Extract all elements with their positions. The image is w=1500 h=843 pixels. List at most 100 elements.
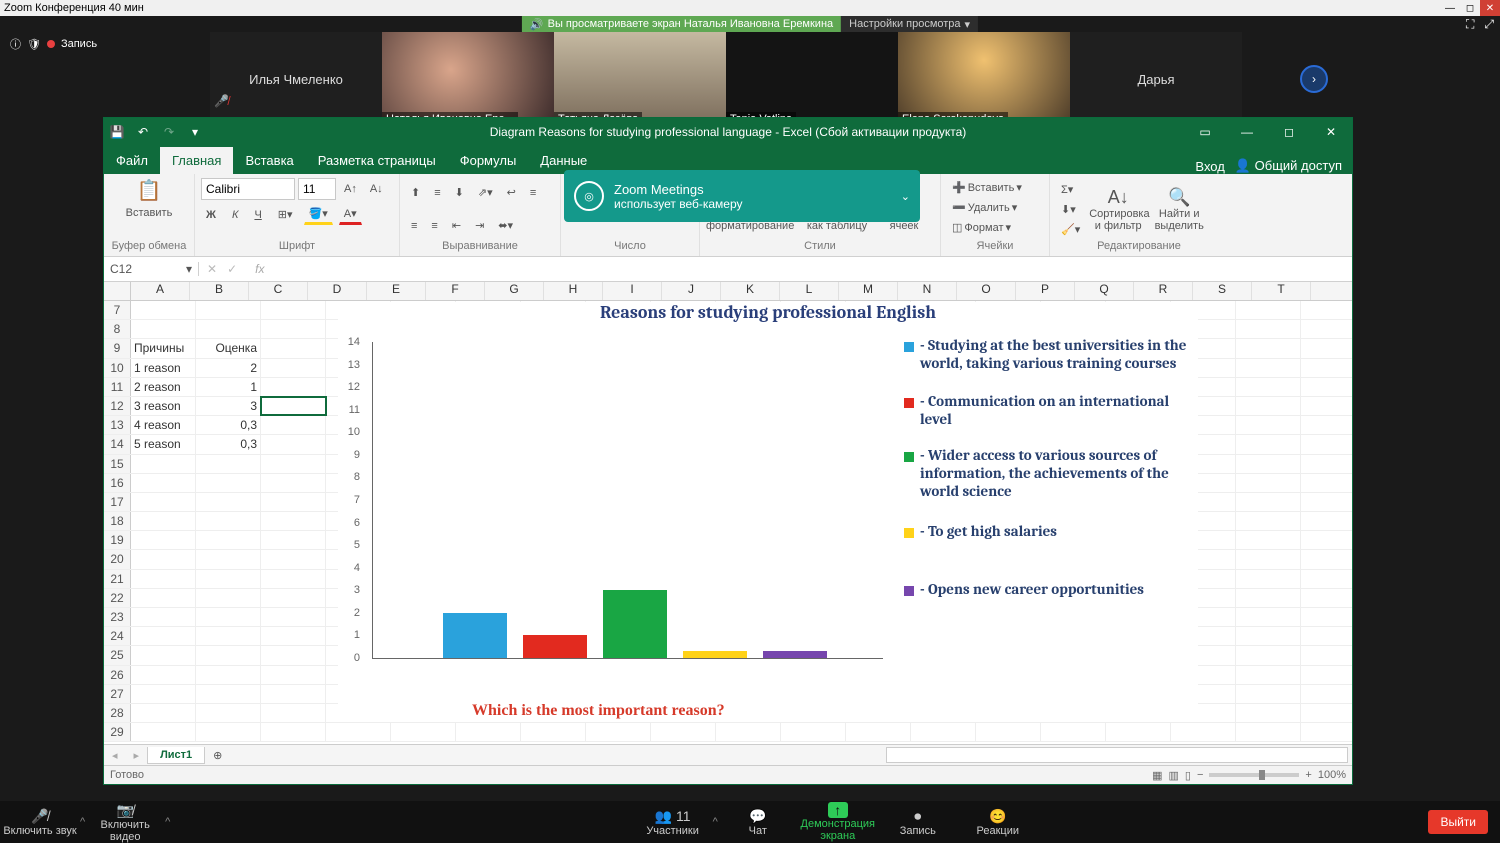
- cell[interactable]: [196, 455, 261, 473]
- view-layout-icon[interactable]: ▥: [1169, 769, 1179, 782]
- fx-icon[interactable]: fx: [247, 262, 272, 276]
- next-page-icon[interactable]: ›: [1300, 65, 1328, 93]
- cell[interactable]: [196, 666, 261, 684]
- row-header[interactable]: 11: [104, 378, 131, 396]
- cell[interactable]: [1301, 378, 1352, 396]
- audio-button[interactable]: 🎤̸Включить звук: [0, 808, 80, 837]
- clear-icon[interactable]: 🧹▾: [1056, 220, 1085, 239]
- redo-icon[interactable]: ↷: [156, 125, 182, 139]
- cell[interactable]: [1236, 685, 1301, 703]
- borders-icon[interactable]: ⊞▾: [273, 204, 298, 225]
- row-header[interactable]: 24: [104, 627, 131, 645]
- cell[interactable]: [261, 685, 326, 703]
- cell[interactable]: [1236, 320, 1301, 338]
- underline-button[interactable]: Ч: [249, 204, 266, 225]
- cell[interactable]: [1301, 685, 1352, 703]
- zoom-out-icon[interactable]: −: [1197, 769, 1203, 781]
- zoom-in-icon[interactable]: +: [1305, 769, 1311, 781]
- chart-bar[interactable]: [603, 590, 667, 658]
- cell[interactable]: [1041, 723, 1106, 741]
- merge-icon[interactable]: ⬌▾: [493, 216, 518, 235]
- cell[interactable]: [1301, 435, 1352, 453]
- row-header[interactable]: 18: [104, 512, 131, 530]
- cell[interactable]: [261, 627, 326, 645]
- cell[interactable]: [1301, 627, 1352, 645]
- cell[interactable]: [261, 531, 326, 549]
- col-header[interactable]: I: [603, 282, 662, 300]
- undo-icon[interactable]: ↶: [130, 125, 156, 139]
- cell[interactable]: [326, 723, 391, 741]
- cell[interactable]: 5 reason: [131, 435, 196, 453]
- cell[interactable]: [1301, 550, 1352, 568]
- cell[interactable]: 1 reason: [131, 359, 196, 377]
- cell[interactable]: [1301, 416, 1352, 434]
- cell[interactable]: [521, 723, 586, 741]
- row-header[interactable]: 12: [104, 397, 131, 415]
- cell[interactable]: [261, 378, 326, 396]
- col-header[interactable]: E: [367, 282, 426, 300]
- sheet-nav-next-icon[interactable]: ▸: [126, 749, 148, 762]
- col-header[interactable]: Q: [1075, 282, 1134, 300]
- cell[interactable]: [781, 723, 846, 741]
- cell[interactable]: [261, 608, 326, 626]
- cell[interactable]: [1236, 570, 1301, 588]
- excel-close-icon[interactable]: ✕: [1310, 125, 1352, 139]
- row-header[interactable]: 23: [104, 608, 131, 626]
- participants-button[interactable]: 👥 11Участники: [633, 808, 713, 837]
- cell[interactable]: Причины: [131, 339, 196, 357]
- cell[interactable]: [261, 512, 326, 530]
- cell[interactable]: 2 reason: [131, 378, 196, 396]
- cell[interactable]: [196, 301, 261, 319]
- cell[interactable]: [456, 723, 521, 741]
- indent-dec-icon[interactable]: ⇤: [447, 216, 466, 235]
- align-center-icon[interactable]: ≡: [406, 217, 422, 235]
- cell[interactable]: [1106, 723, 1171, 741]
- view-settings-button[interactable]: Настройки просмотра▾: [841, 16, 978, 32]
- record-button[interactable]: ⏺Запись: [878, 808, 958, 837]
- cell[interactable]: [1301, 455, 1352, 473]
- col-header[interactable]: F: [426, 282, 485, 300]
- row-header[interactable]: 19: [104, 531, 131, 549]
- cell[interactable]: [131, 723, 196, 741]
- cell[interactable]: 3: [196, 397, 261, 415]
- zoom-camera-toast[interactable]: ◎ Zoom Meetings использует веб-камеру ⌄: [564, 170, 920, 222]
- paste-button[interactable]: Вставить: [126, 207, 173, 219]
- font-size-input[interactable]: [298, 178, 336, 200]
- cell[interactable]: [261, 550, 326, 568]
- cell[interactable]: [1301, 397, 1352, 415]
- row-header[interactable]: 17: [104, 493, 131, 511]
- row-header[interactable]: 7: [104, 301, 131, 319]
- cell[interactable]: [1236, 339, 1301, 357]
- cell[interactable]: [196, 646, 261, 664]
- cell[interactable]: [1236, 378, 1301, 396]
- cell[interactable]: 0,3: [196, 435, 261, 453]
- share-button[interactable]: 👤 Общий доступ: [1235, 158, 1342, 174]
- cell[interactable]: [1236, 416, 1301, 434]
- cell[interactable]: [1301, 493, 1352, 511]
- format-cells-button[interactable]: ◫ Формат ▾: [947, 218, 1016, 237]
- participant-tile-right[interactable]: Дарья: [1070, 32, 1242, 126]
- cell[interactable]: [261, 455, 326, 473]
- cell[interactable]: [261, 397, 326, 415]
- participant-tile[interactable]: Elena Sorokopudova: [898, 32, 1070, 126]
- ribbon-display-icon[interactable]: ▭: [1184, 125, 1226, 139]
- col-header[interactable]: G: [485, 282, 544, 300]
- cell[interactable]: [261, 474, 326, 492]
- cell[interactable]: [131, 608, 196, 626]
- cell[interactable]: [1301, 301, 1352, 319]
- cell[interactable]: [261, 435, 326, 453]
- cell[interactable]: [261, 570, 326, 588]
- cell[interactable]: [196, 608, 261, 626]
- cell[interactable]: [131, 512, 196, 530]
- col-header[interactable]: C: [249, 282, 308, 300]
- reactions-button[interactable]: 😊Реакции: [958, 808, 1038, 837]
- cell[interactable]: [1301, 666, 1352, 684]
- cell[interactable]: 1: [196, 378, 261, 396]
- name-box[interactable]: C12▾: [104, 262, 199, 276]
- participant-tile[interactable]: Татьяна Лазёва: [554, 32, 726, 126]
- chart-bar[interactable]: [763, 651, 827, 658]
- chart-bar[interactable]: [683, 651, 747, 658]
- cell[interactable]: 2: [196, 359, 261, 377]
- row-header[interactable]: 28: [104, 704, 131, 722]
- cell[interactable]: [131, 646, 196, 664]
